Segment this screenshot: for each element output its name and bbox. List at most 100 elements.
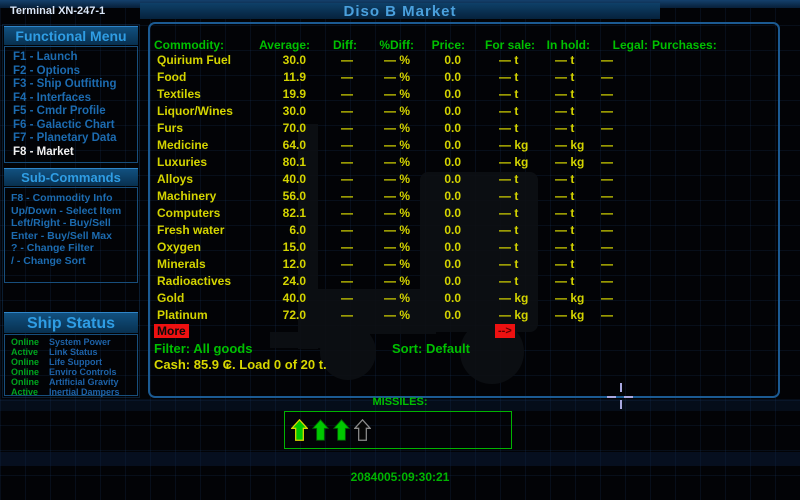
commodity-row[interactable]: Textiles 19.9 — — % 0.0 — t — t — bbox=[150, 86, 782, 103]
column-in-hold: In hold: bbox=[546, 38, 590, 52]
purchases-value bbox=[644, 205, 782, 222]
diff-value: — bbox=[341, 308, 353, 322]
sub-command-item: Left/Right - Buy/Sell bbox=[11, 217, 111, 229]
ship-status-row: Online Enviro Controls bbox=[11, 367, 137, 377]
next-page-arrow-button[interactable]: --> bbox=[495, 324, 515, 338]
column-for-sale: For sale: bbox=[484, 38, 535, 52]
commodity-row[interactable]: Furs 70.0 — — % 0.0 — t — t — bbox=[150, 120, 782, 137]
legal-value: — bbox=[601, 257, 613, 271]
purchases-value bbox=[644, 256, 782, 273]
purchases-value bbox=[644, 273, 782, 290]
average-value: 40.0 bbox=[282, 291, 306, 305]
pct-diff-value: — % bbox=[383, 104, 410, 118]
commodity-row[interactable]: Quirium Fuel 30.0 — — % 0.0 — t — t — bbox=[150, 52, 782, 69]
commodity-name: Liquor/Wines bbox=[157, 104, 233, 118]
purchases-value bbox=[644, 171, 782, 188]
menu-item[interactable]: F3 - Ship Outfitting bbox=[13, 78, 137, 92]
menu-item[interactable]: F1 - Launch bbox=[13, 51, 137, 65]
sub-command-item: Enter - Buy/Sell Max bbox=[11, 229, 112, 242]
price-value: 0.0 bbox=[444, 206, 461, 220]
average-value: 11.9 bbox=[283, 70, 306, 84]
commodity-row[interactable]: Platinum 72.0 — — % 0.0 — kg — kg — bbox=[150, 307, 782, 324]
diff-value: — bbox=[341, 121, 353, 135]
average-value: 24.0 bbox=[282, 274, 306, 288]
in-hold-value: — t bbox=[555, 223, 575, 237]
commodity-row[interactable]: Computers 82.1 — — % 0.0 — t — t — bbox=[150, 205, 782, 222]
pct-diff-value: — % bbox=[383, 121, 410, 135]
menu-item[interactable]: F7 - Planetary Data bbox=[13, 132, 137, 146]
diff-value: — bbox=[341, 240, 353, 254]
ship-status-list: Online System Power Active Link Status O… bbox=[4, 334, 138, 397]
legal-value: — bbox=[601, 121, 613, 135]
ship-status-row: Active Inertial Dampers bbox=[11, 387, 137, 397]
menu-item[interactable]: F5 - Cmdr Profile bbox=[13, 105, 137, 119]
legal-value: — bbox=[601, 206, 613, 220]
price-value: 0.0 bbox=[444, 121, 461, 135]
commodity-row[interactable]: Gold 40.0 — — % 0.0 — kg — kg — bbox=[150, 290, 782, 307]
average-value: 40.0 bbox=[282, 172, 306, 186]
menu-item[interactable]: F6 - Galactic Chart bbox=[13, 119, 137, 133]
purchases-value bbox=[644, 307, 782, 324]
menu-item[interactable]: F8 - Market bbox=[13, 146, 137, 160]
pct-diff-value: — % bbox=[383, 172, 410, 186]
commodity-row[interactable]: Medicine 64.0 — — % 0.0 — kg — kg — bbox=[150, 137, 782, 154]
commodity-row[interactable]: Liquor/Wines 30.0 — — % 0.0 — t — t — bbox=[150, 103, 782, 120]
pct-diff-value: — % bbox=[383, 70, 410, 84]
in-hold-value: — t bbox=[555, 240, 575, 254]
market-panel: Commodity: Average: Diff: %Diff: Price: … bbox=[148, 22, 780, 398]
menu-item[interactable]: F4 - Interfaces bbox=[13, 92, 137, 106]
for-sale-value: — t bbox=[499, 70, 519, 84]
commodity-name: Food bbox=[157, 70, 187, 84]
status-value: Active bbox=[11, 347, 39, 357]
status-value: Active bbox=[11, 387, 39, 397]
commodity-name: Luxuries bbox=[157, 155, 208, 169]
commodity-name: Computers bbox=[157, 206, 221, 220]
sort-label[interactable]: Sort: Default bbox=[392, 341, 470, 356]
commodity-row[interactable]: Machinery 56.0 — — % 0.0 — t — t — bbox=[150, 188, 782, 205]
commodity-row[interactable]: Luxuries 80.1 — — % 0.0 — kg — kg — bbox=[150, 154, 782, 171]
in-hold-value: — t bbox=[555, 87, 575, 101]
legal-value: — bbox=[601, 189, 613, 203]
commodity-row[interactable]: Minerals 12.0 — — % 0.0 — t — t — bbox=[150, 256, 782, 273]
price-value: 0.0 bbox=[444, 104, 461, 118]
system-label: Artificial Gravity bbox=[49, 377, 119, 387]
pct-diff-value: — % bbox=[383, 138, 410, 152]
for-sale-value: — kg bbox=[499, 138, 529, 152]
price-value: 0.0 bbox=[444, 257, 461, 271]
system-label: Link Status bbox=[49, 347, 98, 357]
menu-item[interactable]: F2 - Options bbox=[13, 65, 137, 79]
in-hold-value: — t bbox=[555, 257, 575, 271]
commodity-row[interactable]: Alloys 40.0 — — % 0.0 — t — t — bbox=[150, 171, 782, 188]
price-value: 0.0 bbox=[444, 291, 461, 305]
price-value: 0.0 bbox=[444, 87, 461, 101]
diff-value: — bbox=[341, 70, 353, 84]
sub-command-item: / - Change Sort bbox=[11, 254, 86, 267]
pct-diff-value: — % bbox=[383, 189, 410, 203]
commodity-name: Medicine bbox=[157, 138, 209, 152]
diff-value: — bbox=[341, 87, 353, 101]
commodity-row[interactable]: Radioactives 24.0 — — % 0.0 — t — t — bbox=[150, 273, 782, 290]
diff-value: — bbox=[341, 223, 353, 237]
legal-value: — bbox=[601, 223, 613, 237]
for-sale-value: — t bbox=[499, 206, 519, 220]
more-button[interactable]: More bbox=[154, 324, 189, 338]
sidebar: Terminal XN-247-1 Functional Menu F1 - L… bbox=[2, 0, 142, 500]
column-pct-diff: %Diff: bbox=[379, 38, 414, 52]
diff-value: — bbox=[341, 104, 353, 118]
missiles-box bbox=[284, 411, 512, 449]
filter-label[interactable]: Filter: All goods bbox=[154, 341, 252, 356]
purchases-value bbox=[644, 52, 782, 69]
commodity-row[interactable]: Fresh water 6.0 — — % 0.0 — t — t — bbox=[150, 222, 782, 239]
purchases-value bbox=[644, 154, 782, 171]
diff-value: — bbox=[341, 155, 353, 169]
commodity-row[interactable]: Food 11.9 — — % 0.0 — t — t — bbox=[150, 69, 782, 86]
average-value: 80.1 bbox=[282, 155, 306, 169]
in-hold-value: — t bbox=[555, 274, 575, 288]
commodity-row[interactable]: Oxygen 15.0 — — % 0.0 — t — t — bbox=[150, 239, 782, 256]
for-sale-value: — kg bbox=[499, 291, 529, 305]
terminal-id-label: Terminal XN-247-1 bbox=[10, 5, 106, 17]
for-sale-value: — t bbox=[499, 274, 519, 288]
sub-commands-list: F8 - Commodity Info Up/Down - Select Ite… bbox=[4, 187, 138, 283]
legal-value: — bbox=[601, 172, 613, 186]
average-value: 64.0 bbox=[282, 138, 306, 152]
